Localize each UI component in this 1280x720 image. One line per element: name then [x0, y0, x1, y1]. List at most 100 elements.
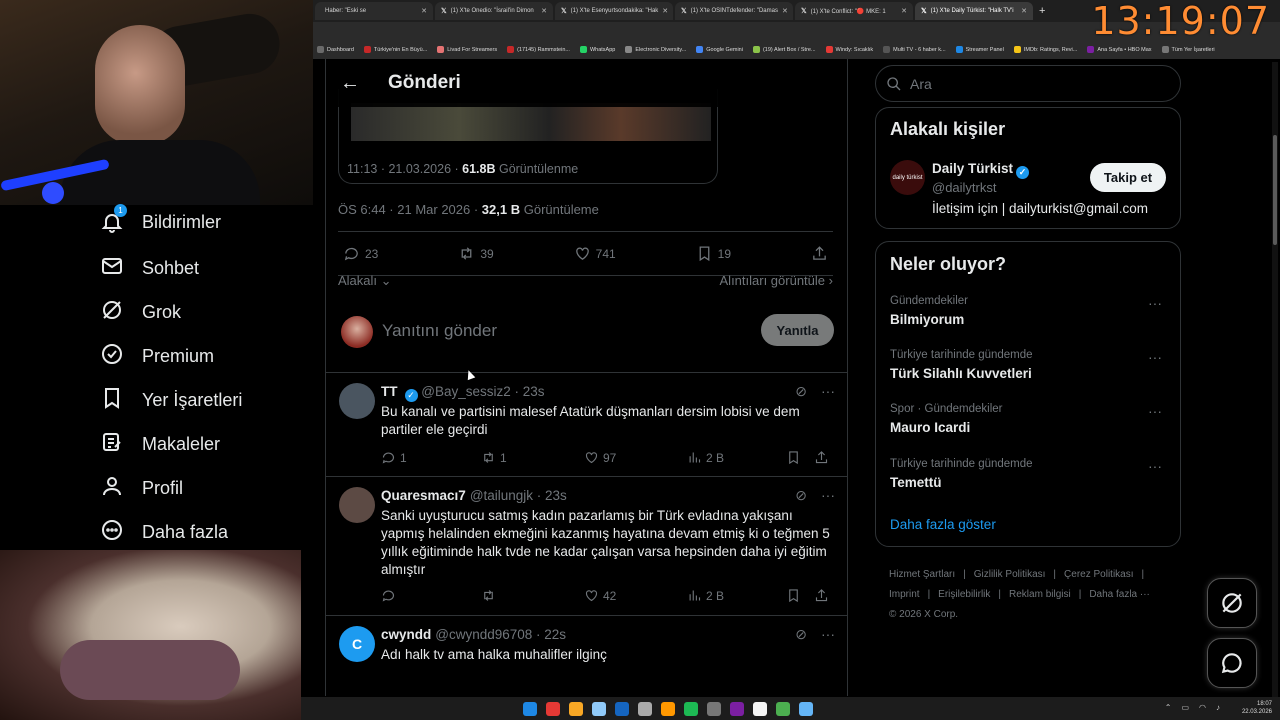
- footer-link[interactable]: Gizlilik Politikası: [974, 569, 1046, 580]
- like-button[interactable]: 741: [574, 245, 616, 262]
- taskbar-app-icon[interactable]: [615, 701, 629, 716]
- follow-button[interactable]: Takip et: [1090, 163, 1166, 192]
- views-button[interactable]: 2 B: [687, 450, 786, 465]
- taskbar-app-icon[interactable]: [707, 701, 721, 716]
- sort-dropdown[interactable]: Alakalı ⌄: [338, 273, 392, 289]
- close-icon[interactable]: ✕: [421, 7, 427, 15]
- bookmark-item[interactable]: Google Gemini: [696, 46, 743, 53]
- view-quotes-link[interactable]: Alıntıları görüntüle ›: [720, 273, 833, 289]
- bookmark-button[interactable]: [786, 588, 814, 603]
- reply-item[interactable]: TT ✓ @Bay_sessiz2 · 23s ⊘ ··· Bu kanalı ve p…: [326, 373, 847, 477]
- share-button[interactable]: [811, 245, 828, 262]
- taskbar-app-icon[interactable]: [730, 701, 744, 716]
- bookmark-button[interactable]: 19: [696, 245, 731, 262]
- reply-item[interactable]: Quaresmacı7 @tailungjk · 23s ⊘ ··· Sanki uyu…: [326, 477, 847, 616]
- taskbar-app-icon[interactable]: [569, 701, 583, 716]
- sidebar-item-more[interactable]: Daha fazla: [100, 518, 228, 547]
- footer-link[interactable]: Imprint: [889, 589, 920, 600]
- browser-tab[interactable]: 𝕏 (1) X'te OSINTdefender: "Damas ✕: [675, 2, 793, 20]
- taskbar-clock[interactable]: 18:07 22.03.2026: [1242, 700, 1272, 716]
- sidebar-item-premium[interactable]: Premium: [100, 342, 214, 371]
- close-icon[interactable]: ✕: [782, 7, 788, 15]
- footer-link[interactable]: Daha fazla ···: [1089, 589, 1150, 600]
- more-options-icon[interactable]: ···: [1148, 403, 1162, 419]
- footer-link[interactable]: Çerez Politikası: [1064, 569, 1133, 580]
- search-input[interactable]: Ara: [875, 65, 1181, 102]
- reply-button[interactable]: 23: [343, 245, 378, 262]
- bookmark-item[interactable]: Ana Sayfa • HBO Max: [1087, 46, 1152, 53]
- browser-tab[interactable]: 𝕏 (1) X'te Onedio: "İsrail'in Dimon ✕: [435, 2, 553, 20]
- reply-submit-button[interactable]: Yanıtla: [761, 314, 834, 346]
- avatar[interactable]: daily türkist: [890, 160, 925, 195]
- taskbar-app-icon[interactable]: [799, 701, 813, 716]
- trend-item[interactable]: Spor · Gündemdekiler Mauro Icardi ···: [890, 403, 1170, 435]
- views-button[interactable]: 2 B: [687, 588, 786, 603]
- avatar[interactable]: [339, 487, 375, 523]
- footer-link[interactable]: Erişilebilirlik: [938, 589, 990, 600]
- grok-icon[interactable]: ⊘: [795, 383, 807, 400]
- more-options-icon[interactable]: ···: [821, 383, 835, 400]
- footer-link[interactable]: Reklam bilgisi: [1009, 589, 1071, 600]
- close-icon[interactable]: ✕: [662, 7, 668, 15]
- more-options-icon[interactable]: ···: [821, 626, 835, 643]
- sidebar-item-notifications[interactable]: 1 Bildirimler: [100, 204, 221, 234]
- bookmark-item[interactable]: (19) Alert Box / Stre...: [752, 46, 816, 53]
- share-button[interactable]: [814, 450, 829, 465]
- share-button[interactable]: [814, 588, 829, 603]
- bookmark-item[interactable]: Electronic Diversity...: [625, 46, 686, 53]
- close-icon[interactable]: ✕: [541, 7, 547, 15]
- show-more-link[interactable]: Daha fazla göster: [890, 517, 996, 532]
- reply-input[interactable]: Yanıtını gönder: [382, 321, 497, 341]
- back-arrow-icon[interactable]: ←: [340, 72, 360, 95]
- avatar[interactable]: [339, 383, 375, 419]
- bookmark-item[interactable]: (17145) Rammstein...: [507, 46, 570, 53]
- system-tray-icons[interactable]: ⌃ ▭ ◠ ♪: [1165, 703, 1220, 712]
- browser-tab[interactable]: 𝕏 (1) X'te Esenyurtsondakika: "Hak ✕: [555, 2, 673, 20]
- grok-icon[interactable]: ⊘: [795, 626, 807, 643]
- close-icon[interactable]: ✕: [1021, 7, 1027, 15]
- repost-button[interactable]: [481, 588, 584, 603]
- close-icon[interactable]: ✕: [901, 7, 907, 15]
- browser-tab[interactable]: Haber: "Eski se ✕: [315, 2, 433, 20]
- sidebar-item-grok[interactable]: Grok: [100, 298, 181, 327]
- bookmark-item[interactable]: Livad For Streamers: [437, 46, 497, 53]
- sidebar-item-chat[interactable]: Sohbet: [100, 254, 199, 283]
- scrollbar-thumb[interactable]: [1273, 135, 1277, 245]
- sidebar-item-bookmarks[interactable]: Yer İşaretleri: [100, 386, 242, 415]
- taskbar-app-icon[interactable]: [661, 701, 675, 716]
- sidebar-item-articles[interactable]: Makaleler: [100, 430, 220, 459]
- messages-fab-button[interactable]: [1207, 638, 1257, 688]
- taskbar-app-icon[interactable]: [684, 701, 698, 716]
- trend-item[interactable]: Türkiye tarihinde gündemde Temettü ···: [890, 458, 1170, 490]
- taskbar-app-icon[interactable]: [638, 701, 652, 716]
- grok-fab-button[interactable]: [1207, 578, 1257, 628]
- taskbar-app-icon[interactable]: [753, 701, 767, 716]
- taskbar-app-icon[interactable]: [523, 701, 537, 716]
- reply-button[interactable]: [381, 588, 481, 603]
- like-button[interactable]: 97: [584, 450, 687, 465]
- footer-link[interactable]: Hizmet Şartları: [889, 569, 955, 580]
- related-user-name[interactable]: Daily Türkist ✓: [932, 161, 1030, 179]
- bookmark-item[interactable]: IMDb: Ratings, Revi...: [1013, 46, 1077, 53]
- grok-icon[interactable]: ⊘: [795, 487, 807, 504]
- bookmark-item[interactable]: Windy: Sıcaklık: [825, 46, 873, 53]
- more-options-icon[interactable]: ···: [1148, 458, 1162, 474]
- browser-tab[interactable]: 𝕏 (1) X'te Daily Türkist: "Halk TV'i ✕: [915, 2, 1033, 20]
- bookmark-item[interactable]: Streamer Panel: [955, 46, 1004, 53]
- taskbar-app-icon[interactable]: [776, 701, 790, 716]
- taskbar-app-icon[interactable]: [592, 701, 606, 716]
- trend-item[interactable]: Gündemdekiler Bilmiyorum ···: [890, 295, 1170, 327]
- more-options-icon[interactable]: ···: [1148, 349, 1162, 365]
- avatar[interactable]: C: [339, 626, 375, 662]
- reply-item[interactable]: Ccwyndd @cwyndd96708 · 22s ⊘ ··· Adı halk tv…: [326, 616, 847, 696]
- trend-item[interactable]: Türkiye tarihinde gündemde Türk Silahlı K…: [890, 349, 1170, 381]
- bookmark-item[interactable]: Tüm Yer İşaretleri: [1161, 46, 1215, 53]
- taskbar-app-icon[interactable]: [546, 701, 560, 716]
- bookmark-item[interactable]: WhatsApp: [579, 46, 615, 53]
- more-options-icon[interactable]: ···: [1148, 295, 1162, 311]
- bookmark-item[interactable]: Dashboard: [317, 46, 354, 53]
- reply-button[interactable]: 1: [381, 450, 481, 465]
- bookmark-button[interactable]: [786, 450, 814, 465]
- more-options-icon[interactable]: ···: [821, 487, 835, 504]
- bookmark-item[interactable]: Multi TV - 6 haber k...: [883, 46, 946, 53]
